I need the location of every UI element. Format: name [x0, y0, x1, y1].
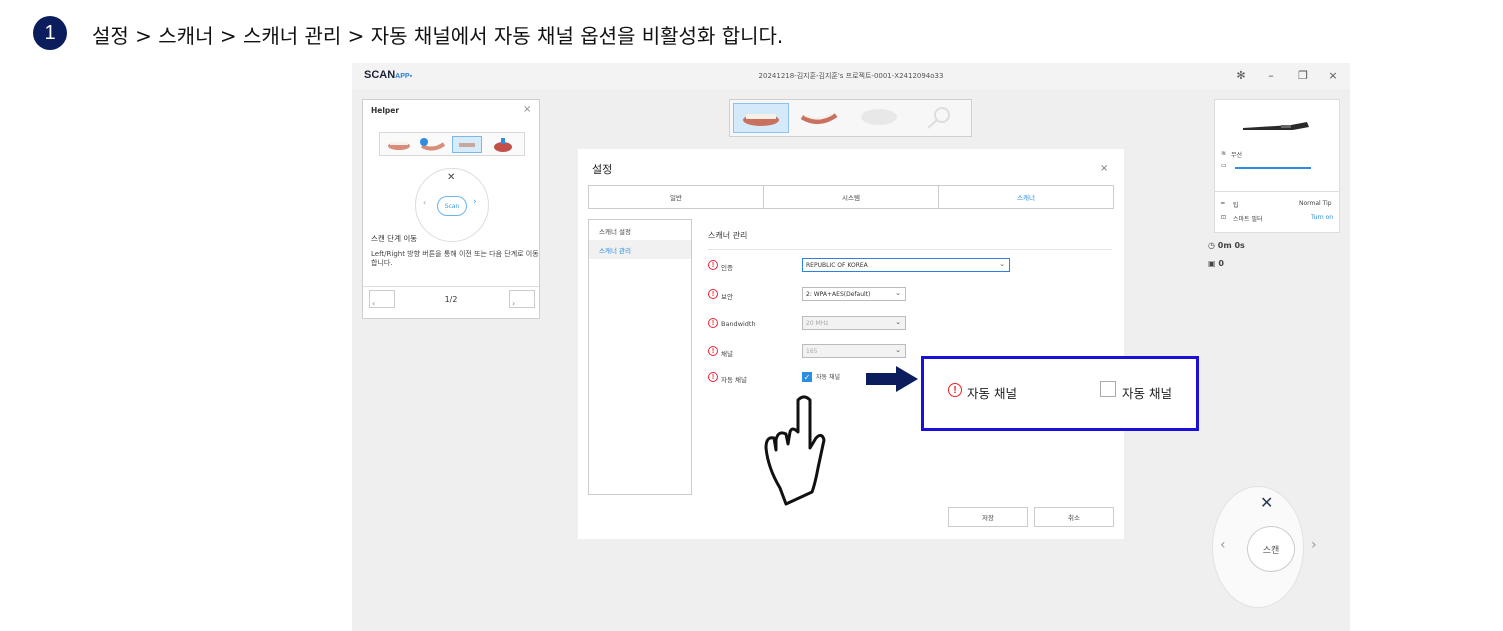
scan-count: ▣ 0: [1208, 259, 1224, 268]
scan-button[interactable]: 스캔: [1247, 526, 1295, 572]
scan-time: ◷ 0m 0s: [1208, 241, 1245, 250]
pointing-hand-icon: [764, 395, 826, 506]
info-icon[interactable]: !: [708, 289, 718, 299]
tab-scanner[interactable]: 스캐너: [939, 186, 1113, 208]
close-button[interactable]: ×: [1326, 69, 1340, 82]
battery-level-bar: [1235, 167, 1311, 169]
tab-system[interactable]: 시스템: [764, 186, 939, 208]
scanner-options-panel: ━ 팁 Normal Tip ⊡ 스마트 필터 Turn on: [1214, 191, 1340, 233]
dialog-title: 설정: [592, 163, 613, 176]
chevron-down-icon: ⌄: [895, 289, 901, 297]
chevron-down-icon: ⌄: [895, 318, 901, 326]
row-label-bandwidth: Bandwidth: [721, 320, 756, 328]
tools-icon: ✕: [447, 172, 456, 183]
helper-next-button[interactable]: ›: [509, 290, 535, 308]
step-thumb-upper[interactable]: [384, 136, 414, 153]
auto-channel-checkbox-label: 자동 채널: [816, 374, 840, 381]
chevron-down-icon: ⌄: [895, 346, 901, 354]
title-bar: SCANAPP▪ 20241218-김지훈-김지훈's 프로젝트-0001-X2…: [352, 63, 1350, 89]
step-lower-jaw[interactable]: [792, 103, 848, 133]
callout-label: 자동 채널: [967, 386, 1017, 401]
cancel-button[interactable]: 취소: [1034, 507, 1114, 527]
helper-title: Helper: [371, 106, 400, 115]
scanner-device-icon: [1241, 118, 1311, 137]
divider: [708, 249, 1112, 250]
tab-general[interactable]: 일반: [589, 186, 764, 208]
tools-icon[interactable]: ✕: [1260, 493, 1273, 512]
helper-label: 스캔 단계 이동: [371, 234, 418, 243]
channel-select: 165 ⌄: [802, 344, 906, 358]
step-number-badge: 1: [33, 16, 67, 50]
callout-checkbox-label: 자동 채널: [1122, 386, 1172, 401]
step-thumb-bite[interactable]: [452, 136, 482, 153]
arrow-icon: [866, 366, 918, 392]
step-thumb-scan[interactable]: [488, 136, 518, 153]
battery-icon: ▭: [1221, 162, 1227, 169]
step-bite[interactable]: [852, 103, 908, 133]
tip-value: Normal Tip: [1299, 200, 1332, 207]
nav-item-scanner-settings[interactable]: 스캐너 설정: [589, 221, 691, 240]
row-label-certification: 인증: [721, 264, 733, 272]
image-icon: ▣: [1208, 259, 1219, 268]
smart-filter-toggle[interactable]: Turn on: [1311, 214, 1333, 221]
close-icon[interactable]: ×: [523, 104, 531, 115]
info-icon[interactable]: !: [708, 318, 718, 328]
divider: [363, 286, 539, 287]
auto-channel-checkbox[interactable]: ✓: [802, 372, 812, 382]
wifi-icon: ≋: [1221, 150, 1227, 157]
chevron-right-icon[interactable]: ›: [473, 197, 477, 207]
scanner-status-panel: ≋ 무선 ▭: [1214, 99, 1340, 195]
filter-icon: ⊡: [1221, 214, 1227, 221]
settings-dialog: 설정 × 일반 시스템 스캐너 스캐너 설정 스캐너 관리 스캐너 관리 ! 인…: [578, 149, 1124, 539]
clock-icon: ◷: [1208, 241, 1218, 250]
wireless-label: 무선: [1231, 152, 1243, 159]
info-icon[interactable]: !: [708, 346, 718, 356]
bandwidth-select: 20 MHz ⌄: [802, 316, 906, 330]
settings-side-nav: 스캐너 설정 스캐너 관리: [588, 219, 692, 495]
minimize-button[interactable]: –: [1264, 69, 1278, 82]
close-icon[interactable]: ×: [1100, 163, 1108, 174]
app-window: SCANAPP▪ 20241218-김지훈-김지훈's 프로젝트-0001-X2…: [352, 63, 1350, 631]
tip-label: 팁: [1233, 202, 1239, 209]
tip-icon: ━: [1221, 200, 1225, 207]
auto-channel-callout: ! 자동 채널 자동 채널: [921, 356, 1199, 431]
gear-icon[interactable]: ✻: [1234, 69, 1248, 82]
row-label-channel: 채널: [721, 350, 733, 358]
section-title: 스캐너 관리: [708, 231, 748, 240]
info-icon[interactable]: !: [708, 372, 718, 382]
auto-channel-checkbox-unchecked[interactable]: [1100, 381, 1116, 397]
info-icon[interactable]: !: [708, 260, 718, 270]
info-icon: !: [948, 383, 962, 397]
chevron-down-icon: ⌄: [999, 260, 1005, 268]
nav-item-scanner-management[interactable]: 스캐너 관리: [589, 240, 691, 259]
window-title: 20241218-김지훈-김지훈's 프로젝트-0001-X2412094o33: [758, 72, 944, 80]
save-button[interactable]: 저장: [948, 507, 1028, 527]
restore-button[interactable]: ❐: [1296, 69, 1310, 82]
step-analysis[interactable]: [912, 103, 968, 133]
settings-tabs: 일반 시스템 스캐너: [588, 185, 1114, 209]
helper-description: Left/Right 방향 버튼을 통해 이전 또는 다음 단계로 이동합니다.: [371, 250, 539, 268]
chevron-right-icon[interactable]: ›: [1311, 537, 1317, 553]
helper-scan-button[interactable]: Scan: [437, 196, 467, 216]
step-thumb-lower[interactable]: [418, 136, 448, 153]
helper-step-strip: [379, 132, 525, 156]
step-upper-jaw[interactable]: [733, 103, 789, 133]
instruction-text: 설정 > 스캐너 > 스캐너 관리 > 자동 채널에서 자동 채널 옵션을 비활…: [92, 24, 784, 48]
smart-filter-label: 스마트 필터: [1233, 216, 1263, 223]
row-label-auto-channel: 자동 채널: [721, 376, 747, 384]
certification-select[interactable]: REPUBLIC OF KOREA ⌄: [802, 258, 1010, 272]
chevron-left-icon[interactable]: ‹: [423, 198, 426, 207]
chevron-left-icon[interactable]: ‹: [1220, 537, 1226, 553]
helper-panel: Helper × ✕ ‹ Scan › 스캔 단계 이동 Left/Right …: [362, 99, 540, 319]
row-label-security: 보안: [721, 293, 733, 301]
scan-step-bar: [729, 99, 972, 137]
security-select[interactable]: 2: WPA+AES(Default) ⌄: [802, 287, 906, 301]
